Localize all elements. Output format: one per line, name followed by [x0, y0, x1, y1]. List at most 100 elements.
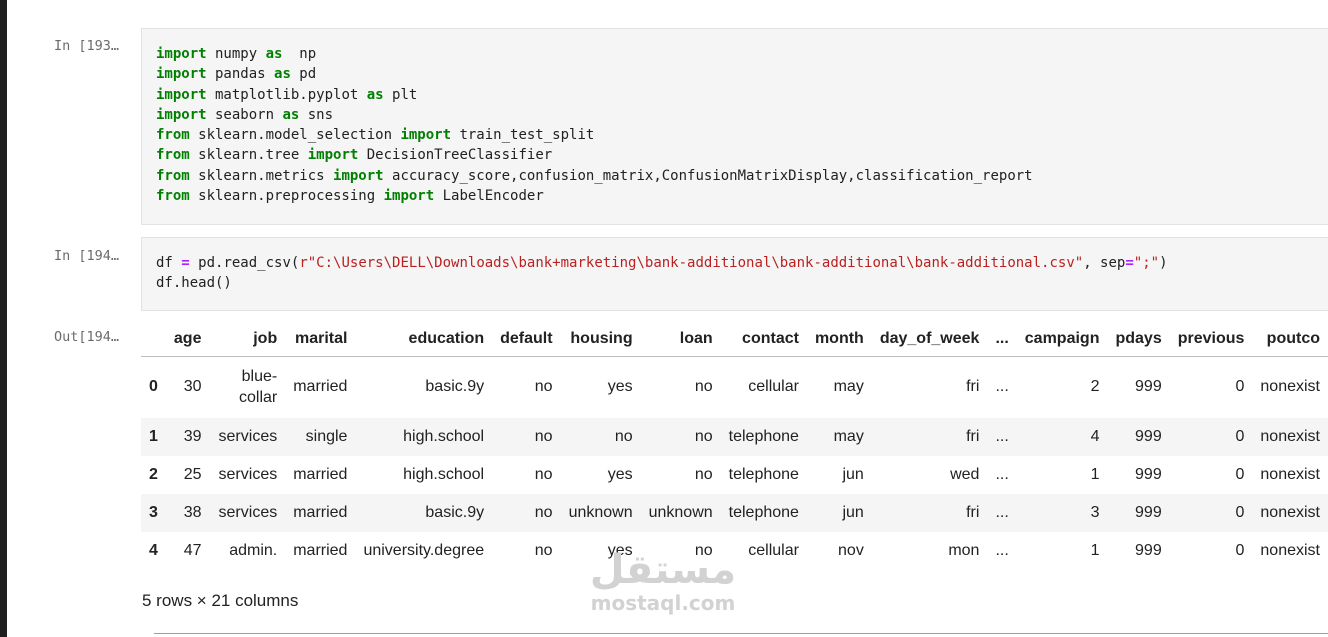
dataframe-output-table: age job marital education default housing loan… [141, 322, 1328, 570]
table-cell: no [534, 427, 553, 445]
code-token: plt [383, 86, 418, 103]
column-header: education [355, 322, 493, 357]
code-line: from sklearn.metrics import accuracy_sco… [156, 166, 1328, 186]
table-cell: no [534, 541, 553, 559]
table-cell: no [694, 465, 713, 483]
table-cell: 999 [1135, 427, 1162, 445]
dataframe-shape-label: 5 rows × 21 columns [142, 591, 299, 610]
table-cell: 999 [1135, 503, 1162, 521]
code-line: import numpy as np [156, 44, 1328, 64]
watermark-text: mostaql.com [590, 591, 736, 615]
code-line: from sklearn.tree import DecisionTreeCla… [156, 145, 1328, 165]
code-cell-read-csv[interactable]: df = pd.read_csv(r"C:\Users\DELL\Downloa… [141, 237, 1328, 311]
table-cell: unknown [568, 503, 633, 521]
table-row: 1 39 services single high.school no no no teleph… [141, 417, 1328, 456]
table-cell: yes [607, 378, 633, 396]
table-cell: 1 [1090, 541, 1100, 559]
table-cell: yes [607, 465, 633, 483]
code-token: import [156, 46, 207, 62]
code-line: import seaborn as sns [156, 105, 1328, 125]
column-header: default [492, 322, 561, 357]
code-token: import [383, 188, 435, 205]
table-cell: ... [995, 503, 1009, 521]
table-cell: services [218, 503, 278, 521]
row-index: 3 [149, 503, 158, 521]
table-cell: telephone [728, 503, 799, 521]
table-cell: mon [948, 541, 980, 559]
output-prompt: Out[194… [54, 329, 120, 345]
code-token: import [307, 147, 359, 164]
code-line: from sklearn.preprocessing import LabelE… [156, 186, 1328, 206]
table-cell: married [293, 503, 348, 521]
table-cell: 2 [1090, 378, 1100, 396]
table-cell: wed [950, 465, 980, 483]
table-cell: no [694, 427, 713, 445]
table-cell: university.degree [363, 541, 485, 559]
table-cell: no [534, 465, 553, 483]
code-token: import [333, 167, 384, 184]
table-cell: 0 [1235, 465, 1245, 483]
code-token: = [1125, 255, 1134, 271]
divider [154, 633, 1328, 634]
table-cell: 38 [183, 503, 202, 521]
code-token: np [282, 46, 317, 62]
table-cell: married [293, 465, 348, 483]
table-cell: admin. [229, 541, 278, 559]
column-header: month [806, 322, 872, 357]
table-cell: ... [995, 541, 1009, 559]
code-token: sklearn.preprocessing [189, 188, 384, 205]
cell-2-prompt: In [194… [54, 248, 120, 264]
table-row: 3 38 services married basic.9y no unknown unkno… [141, 493, 1328, 532]
code-token: import [156, 66, 207, 83]
code-token: train_test_split [451, 127, 595, 144]
column-header: previous [1169, 322, 1253, 357]
row-index: 2 [149, 465, 158, 483]
table-header-row: age job marital education default housing loan… [141, 322, 1328, 357]
column-header: housing [560, 322, 641, 357]
table-cell: nonexist [1260, 541, 1320, 559]
column-header: campaign [1016, 322, 1108, 357]
table-cell: ... [995, 378, 1009, 396]
table-cell: blue-collar [238, 368, 278, 407]
table-cell: 39 [183, 427, 202, 445]
table-cell: 999 [1135, 465, 1162, 483]
table-cell: fri [966, 503, 980, 521]
table-cell: 1 [1090, 465, 1100, 483]
code-line: import pandas as pd [156, 64, 1328, 84]
table-cell: nonexist [1260, 378, 1320, 396]
code-token: LabelEncoder [434, 188, 544, 205]
row-index: 1 [149, 427, 158, 445]
code-token: numpy [206, 46, 266, 62]
code-cell-imports[interactable]: import numpy as np import pandas as pd imp… [141, 28, 1328, 225]
column-header: pdays [1107, 322, 1170, 357]
code-line: df = pd.read_csv(r"C:\Users\DELL\Downloa… [156, 253, 1328, 273]
code-token: as [274, 66, 291, 83]
table-cell: ... [995, 427, 1009, 445]
code-token: from [156, 167, 190, 184]
row-index: 0 [149, 378, 158, 396]
table-cell: services [218, 465, 278, 483]
column-header: loan [640, 322, 721, 357]
cell-1-prompt: In [193… [54, 38, 120, 54]
code-token: DecisionTreeClassifier [358, 147, 553, 164]
table-cell: telephone [728, 427, 799, 445]
table-cell: fri [966, 427, 980, 445]
code-token: sns [299, 106, 334, 123]
table-cell: ... [995, 465, 1009, 483]
table-cell: telephone [728, 465, 799, 483]
code-token: ";" [1133, 255, 1160, 271]
code-token: as [265, 46, 283, 62]
table-cell: may [833, 427, 864, 445]
watermark-logo: مستقل [589, 547, 737, 593]
table-cell: 0 [1235, 378, 1245, 396]
code-token: from [156, 147, 190, 164]
table-cell: nonexist [1260, 465, 1320, 483]
table-cell: nov [838, 541, 864, 559]
code-token: r"C:\Users\DELL\Downloads\bank+marketing… [299, 255, 1084, 271]
table-cell: no [534, 503, 553, 521]
table-cell: 0 [1235, 427, 1245, 445]
code-token: from [156, 188, 190, 205]
table-cell: no [694, 378, 713, 396]
code-token: df [156, 255, 182, 271]
code-token: from [156, 127, 190, 144]
